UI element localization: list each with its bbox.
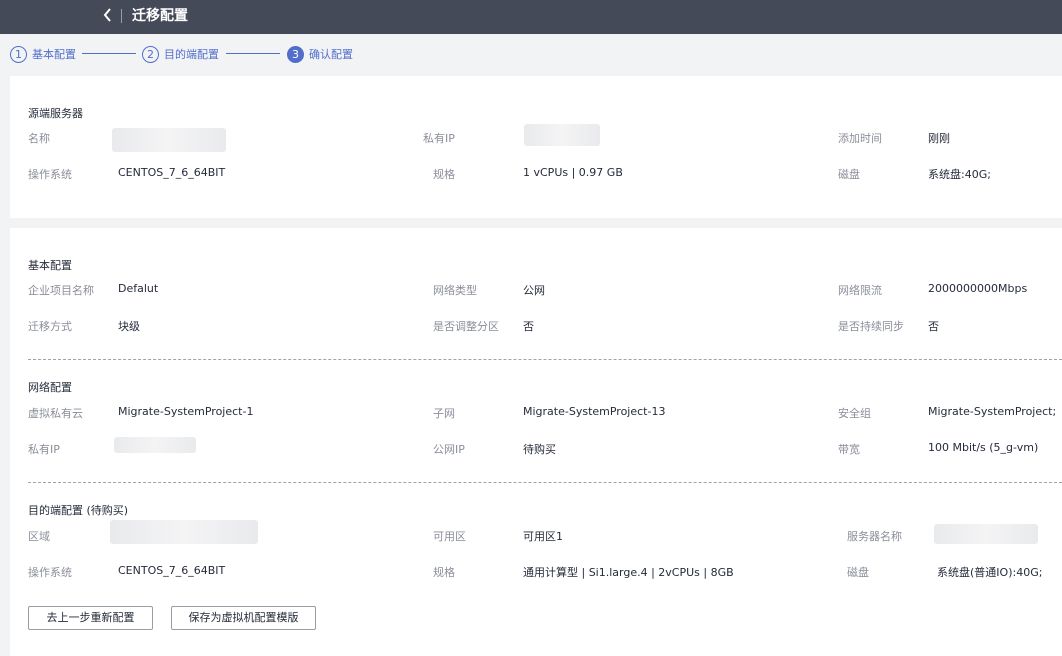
previous-step-button[interactable]: 去上一步重新配置: [28, 606, 153, 630]
step-number: 2: [142, 45, 159, 63]
label-adjust-partition: 是否调整分区: [433, 320, 499, 333]
label-network-type: 网络类型: [433, 284, 477, 297]
label-enterprise-project: 企业项目名称: [28, 284, 94, 297]
label-os: 操作系统: [28, 566, 72, 579]
label-availability-zone: 可用区: [433, 530, 466, 543]
step-number: 3: [287, 45, 304, 63]
step-confirm-config[interactable]: 3 确认配置: [287, 45, 353, 63]
step-connector: [82, 53, 136, 54]
label-continuous-sync: 是否持续同步: [838, 320, 904, 333]
redacted-name: [112, 128, 226, 152]
value-vpc: Migrate-SystemProject-1: [118, 405, 254, 418]
title-divider: [121, 9, 122, 23]
step-label: 确认配置: [309, 48, 353, 61]
value-spec: 1 vCPUs | 0.97 GB: [523, 166, 623, 179]
section-divider: [28, 359, 1062, 360]
label-added-time: 添加时间: [838, 132, 882, 145]
label-subnet: 子网: [433, 407, 455, 420]
label-spec: 规格: [433, 168, 455, 181]
source-server-card: 源端服务器 名称 私有IP 添加时间 刚刚 操作系统 CENTOS_7_6_64…: [10, 76, 1062, 218]
section-title-basic: 基本配置: [28, 259, 72, 272]
value-network-type: 公网: [523, 284, 545, 297]
redacted-region: [110, 520, 258, 544]
value-bandwidth: 100 Mbit/s (5_g-vm): [928, 441, 1039, 454]
label-disk: 磁盘: [847, 566, 869, 579]
value-public-ip: 待购买: [523, 443, 556, 456]
value-migration-method: 块级: [118, 320, 140, 333]
redacted-server-name: [934, 524, 1038, 544]
section-divider: [28, 482, 1062, 483]
label-vpc: 虚拟私有云: [28, 407, 83, 420]
section-title-network: 网络配置: [28, 381, 72, 394]
value-network-limit: 2000000000Mbps: [928, 282, 1028, 295]
value-disk: 系统盘:40G;: [928, 168, 991, 181]
value-enterprise-project: Defalut: [118, 282, 159, 295]
label-private-ip: 私有IP: [423, 132, 455, 145]
step-label: 基本配置: [32, 48, 76, 61]
value-added-time: 刚刚: [928, 132, 950, 145]
steps-bar: 1 基本配置 2 目的端配置 3 确认配置: [0, 34, 1062, 76]
label-region: 区域: [28, 530, 50, 543]
value-os: CENTOS_7_6_64BIT: [118, 166, 226, 179]
label-server-name: 服务器名称: [847, 530, 902, 543]
config-summary-card: 基本配置 企业项目名称 Defalut 网络类型 公网 网络限流 2000000…: [10, 228, 1062, 656]
step-number: 1: [10, 45, 27, 63]
value-os: CENTOS_7_6_64BIT: [118, 564, 226, 577]
label-disk: 磁盘: [838, 168, 860, 181]
redacted-private-ip: [114, 437, 196, 453]
top-bar: 迁移配置: [0, 0, 1062, 34]
label-network-limit: 网络限流: [838, 284, 882, 297]
label-public-ip: 公网IP: [433, 443, 465, 456]
value-continuous-sync: 否: [928, 320, 939, 333]
value-adjust-partition: 否: [523, 320, 534, 333]
label-migration-method: 迁移方式: [28, 320, 72, 333]
step-connector: [226, 53, 280, 54]
label-name: 名称: [28, 132, 50, 145]
label-security-group: 安全组: [838, 407, 871, 420]
value-disk: 系统盘(普通IO):40G;: [937, 566, 1043, 579]
step-label: 目的端配置: [164, 48, 219, 61]
label-bandwidth: 带宽: [838, 443, 860, 456]
section-title-target: 目的端配置 (待购买): [28, 504, 129, 517]
step-basic-config[interactable]: 1 基本配置: [10, 45, 76, 63]
page-title: 迁移配置: [132, 8, 188, 24]
value-availability-zone: 可用区1: [523, 530, 563, 543]
section-title-source: 源端服务器: [28, 107, 83, 120]
value-spec: 通用计算型 | Si1.large.4 | 2vCPUs | 8GB: [523, 566, 734, 579]
redacted-private-ip: [524, 124, 600, 146]
value-security-group: Migrate-SystemProject;: [928, 405, 1057, 418]
label-os: 操作系统: [28, 168, 72, 181]
label-private-ip: 私有IP: [28, 443, 60, 456]
chevron-left-icon[interactable]: [100, 6, 116, 24]
save-template-button[interactable]: 保存为虚拟机配置模版: [171, 606, 316, 630]
value-subnet: Migrate-SystemProject-13: [523, 405, 666, 418]
label-spec: 规格: [433, 566, 455, 579]
step-target-config[interactable]: 2 目的端配置: [142, 45, 219, 63]
